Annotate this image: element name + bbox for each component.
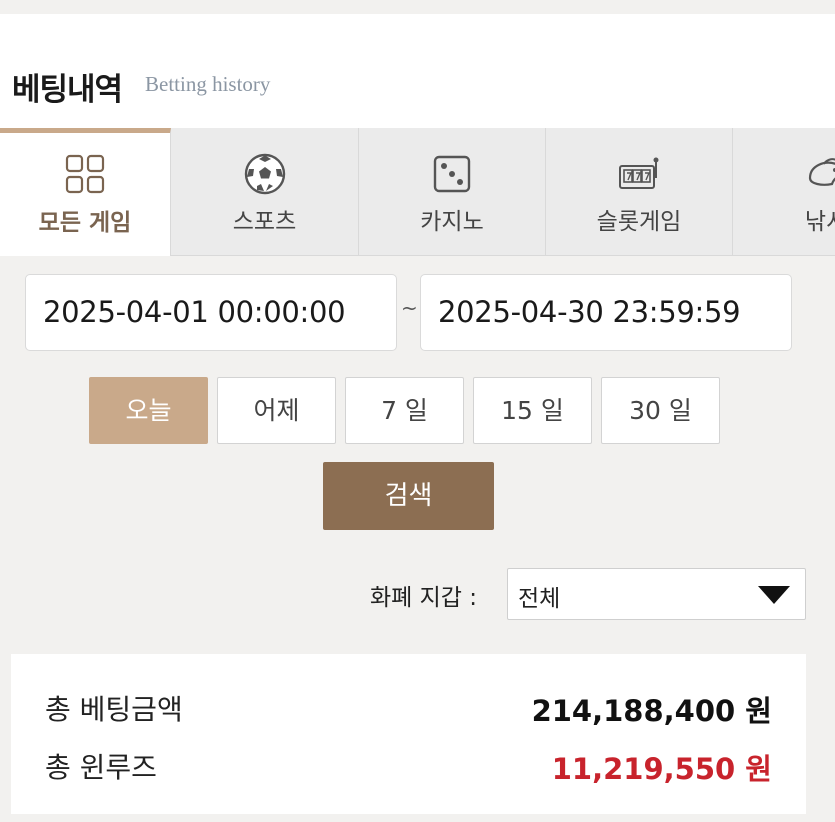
wallet-select[interactable]: 전체: [507, 568, 806, 620]
quick-range-15-days-button[interactable]: 15 일: [473, 377, 592, 444]
quick-range-yesterday-button[interactable]: 어제: [217, 377, 336, 444]
date-separator: ~: [401, 296, 418, 320]
tab-label: 낚시: [804, 209, 835, 235]
dice-icon: [433, 155, 471, 193]
total-bet-row: 총 베팅금액 214,188,400 원: [45, 688, 772, 728]
total-winloss-value: 11,219,550 원: [551, 752, 772, 786]
quick-range-7-days-button[interactable]: 7 일: [345, 377, 464, 444]
tab-label: 슬롯게임: [596, 209, 682, 235]
tab-label: 스포츠: [232, 209, 297, 235]
tab-slot-games[interactable]: 슬롯게임: [546, 128, 733, 256]
tab-label: 모든 게임: [38, 210, 132, 236]
wallet-selected-value: 전체: [518, 586, 561, 612]
dropdown-arrow-icon: [758, 586, 790, 604]
tab-label: 카지노: [420, 209, 484, 235]
tab-casino[interactable]: 카지노: [359, 128, 546, 256]
start-date-input[interactable]: 2025-04-01 00:00:00: [25, 274, 397, 351]
page-title: 베팅내역: [12, 72, 123, 108]
tab-all-games[interactable]: 모든 게임: [0, 128, 171, 256]
end-date-input[interactable]: 2025-04-30 23:59:59: [420, 274, 792, 351]
top-strip: [0, 0, 835, 14]
search-button[interactable]: 검색: [323, 462, 494, 530]
total-bet-label: 총 베팅금액: [45, 693, 183, 726]
betting-summary: 총 베팅금액 214,188,400 원 총 윈루즈 11,219,550 원: [11, 654, 806, 814]
game-tabs: 모든 게임 스포츠 카지노 슬롯게임 낚: [0, 128, 835, 256]
grid-icon: [65, 154, 105, 194]
quick-range-30-days-button[interactable]: 30 일: [601, 377, 720, 444]
page-subtitle: Betting history: [145, 72, 271, 96]
tab-fishing[interactable]: 낚시: [733, 128, 835, 256]
total-bet-value: 214,188,400 원: [531, 694, 772, 728]
page-header: 베팅내역 Betting history: [0, 14, 835, 128]
slot-machine-icon: [619, 157, 659, 189]
tab-sports[interactable]: 스포츠: [171, 128, 359, 256]
total-winloss-label: 총 윈루즈: [45, 751, 157, 784]
quick-range-today-button[interactable]: 오늘: [89, 377, 208, 444]
total-winloss-row: 총 윈루즈 11,219,550 원: [45, 746, 772, 786]
fish-icon: [808, 158, 835, 186]
wallet-label: 화폐 지갑 :: [370, 585, 478, 611]
soccer-ball-icon: [244, 153, 285, 195]
